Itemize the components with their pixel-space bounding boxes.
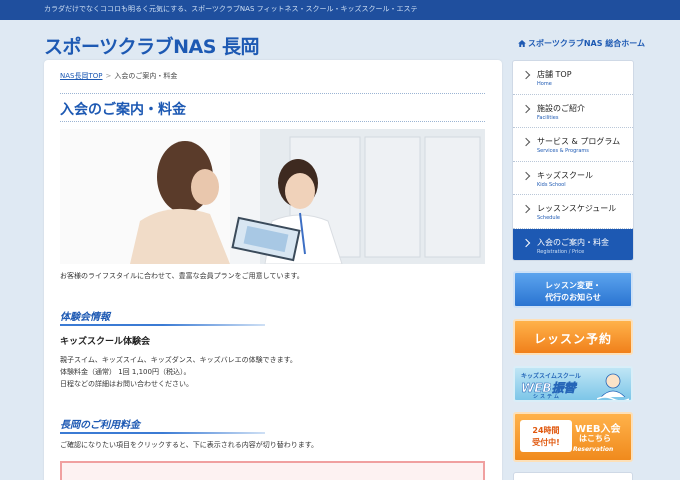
page-title: 入会のご案内・料金 (60, 102, 186, 118)
sidebar-item-label: キッズスクール (537, 170, 593, 180)
banner-line: レッスン変更・ (545, 281, 601, 290)
sidebar-item-sublabel: Registration / Price (537, 248, 585, 255)
section-underline (60, 432, 265, 434)
lesson-change-banner[interactable]: レッスン変更・ 代行のお知らせ (513, 271, 633, 308)
web-join-banner[interactable]: 24時間 受付中! WEB入会 はこちら Reservation (513, 412, 633, 462)
reception-photo (60, 129, 485, 264)
fee-section-title: 長岡のご利用料金 (60, 420, 140, 431)
banner-line: システム (533, 394, 561, 400)
banner-label: レッスン予約 (533, 332, 612, 346)
top-bar: カラダだけでなくココロも明るく元気にする、スポーツクラブNAS フィットネス・ス… (0, 0, 680, 20)
section-underline (60, 324, 265, 326)
sidebar-item-label: 施設のご紹介 (537, 103, 585, 113)
sidebar-item-sublabel: Home (537, 81, 552, 87)
banner-line: はこちら (579, 434, 611, 443)
sidebar-info-box (513, 472, 633, 480)
main-content: NAS長岡TOP > 入会のご案内・料金 入会のご案内・料金 お客様のライフスタイル… (44, 60, 502, 480)
24h-badge: 24時間 受付中! (520, 420, 572, 452)
sidebar-item-kids-school[interactable]: キッズスクール Kids School (513, 162, 633, 195)
sidebar-item-sublabel: Kids School (537, 181, 566, 188)
trial-section-title: 体験会情報 (60, 312, 110, 323)
chevron-right-icon (521, 70, 531, 80)
sidebar-nav: 店舗 TOP Home 施設のご紹介 Facilities サービス & プログ… (512, 60, 634, 261)
sidebar-item-label: 入会のご案内・料金 (537, 237, 609, 247)
site-tagline: カラダだけでなくココロも明るく元気にする、スポーツクラブNAS フィットネス・ス… (44, 5, 418, 13)
sidebar-item-label: サービス & プログラム (537, 137, 621, 146)
chevron-right-icon (521, 238, 531, 247)
chevron-right-icon (521, 204, 531, 214)
sidebar-item-label: 店舗 TOP (537, 70, 572, 79)
divider (60, 121, 485, 122)
hero-image (60, 129, 485, 264)
chevron-right-icon (521, 137, 531, 147)
divider (60, 93, 485, 94)
sidebar-item-registration[interactable]: 入会のご案内・料金 Registration / Price (513, 228, 633, 260)
chevron-right-icon (521, 104, 531, 113)
intro-text: お客様のライフスタイルに合わせて、豊富な会員プランをご用意しています。 (60, 272, 304, 280)
home-link-label: スポーツクラブNAS 総合ホーム (528, 39, 646, 48)
breadcrumb-separator: > (105, 72, 112, 80)
breadcrumb: NAS長岡TOP > 入会のご案内・料金 (60, 71, 177, 81)
global-home-link[interactable]: スポーツクラブNAS 総合ホーム (518, 38, 645, 49)
breadcrumb-current: 入会のご案内・料金 (114, 72, 178, 80)
trial-subtitle: キッズスクール体験会 (60, 337, 151, 347)
sidebar-item-top[interactable]: 店舗 TOP Home (513, 61, 633, 95)
sidebar-item-services[interactable]: サービス & プログラム Services & Programs (513, 128, 633, 162)
banner-line: 代行のお知らせ (545, 293, 601, 302)
banner-line: Reservation (573, 446, 614, 453)
lesson-booking-banner[interactable]: レッスン予約 (513, 319, 633, 355)
sidebar-item-sublabel: Services & Programs (537, 148, 589, 154)
swimmer-illustration-icon (597, 373, 629, 400)
fee-instruction: ご確認になりたい項目をクリックすると、下に表示される内容が切り替わります。 (60, 441, 319, 449)
badge-line: 受付中! (532, 438, 560, 447)
chevron-right-icon (521, 171, 531, 180)
trial-line: 日程などの詳細はお問い合わせください。 (60, 380, 193, 388)
home-icon (518, 40, 526, 47)
breadcrumb-home-link[interactable]: NAS長岡TOP (60, 72, 102, 80)
site-title[interactable]: スポーツクラブNAS 長岡 (44, 32, 260, 59)
sidebar-item-sublabel: Facilities (537, 114, 559, 121)
trial-line: 親子スイム、キッズスイム、キッズダンス、キッズバレエの体験できます。 (60, 356, 297, 364)
sidebar-item-sublabel: Schedule (537, 215, 560, 221)
fee-tab-panel[interactable] (60, 461, 485, 480)
sidebar-item-schedule[interactable]: レッスンスケジュール Schedule (513, 195, 633, 229)
trial-line: 体験料金（通常） 1回 1,100円（税込）。 (60, 368, 191, 376)
sidebar-item-label: レッスンスケジュール (537, 204, 617, 213)
badge-line: 24時間 (532, 426, 560, 435)
web-transfer-banner[interactable]: キッズスイムスクール WEB振替 システム (513, 366, 633, 402)
sidebar-item-facilities[interactable]: 施設のご紹介 Facilities (513, 95, 633, 128)
